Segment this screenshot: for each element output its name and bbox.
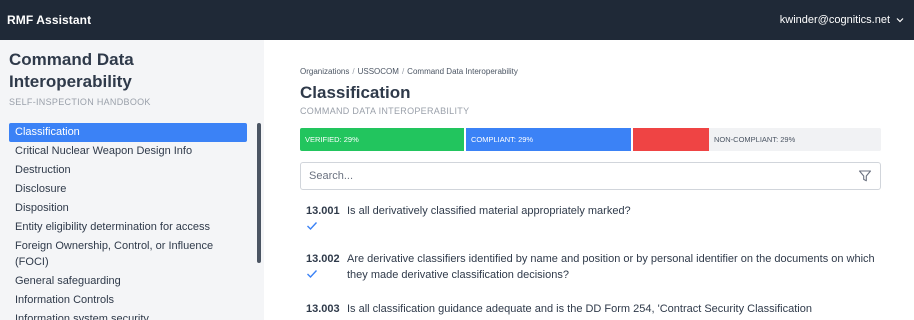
progress-flagged [631,128,709,151]
chevron-down-icon [896,15,904,25]
search-box [300,162,881,190]
question-number: 13.003 [306,303,340,315]
sidebar-scrollbar[interactable] [257,123,261,263]
progress-compliant: COMPLIANT: 29% [464,128,631,151]
question-text: Is all derivatively classified material … [347,205,631,217]
question-item: 13.002 Are derivative classifiers identi… [306,251,876,283]
question-number: 13.002 [306,253,340,265]
user-email: kwinder@cognitics.net [779,14,890,26]
sidebar-item-entity-eligibility[interactable]: Entity eligibility determination for acc… [9,218,247,237]
sidebar-item-classification[interactable]: Classification [9,123,247,142]
check-icon[interactable] [306,269,318,279]
sidebar-item-disclosure[interactable]: Disclosure [9,180,247,199]
sidebar-title: Command Data Interoperability [9,50,134,91]
breadcrumb: Organizations / USSOCOM / Command Data Inter… [300,67,518,76]
sidebar-item-foci[interactable]: Foreign Ownership, Control, or Influence… [9,237,247,272]
sidebar-item-information-system-security[interactable]: Information system security [9,310,247,320]
question-text: Is all classification guidance adequate … [347,303,812,315]
progress-verified: VERIFIED: 29% [300,128,464,151]
breadcrumb-organizations[interactable]: Organizations [300,67,349,76]
filter-icon[interactable] [858,169,872,183]
breadcrumb-current[interactable]: Command Data Interoperability [407,67,518,76]
sidebar: Command Data Interoperability SELF-INSPE… [0,40,264,320]
breadcrumb-separator: / [401,67,405,76]
sidebar-item-destruction[interactable]: Destruction [9,161,247,180]
sidebar-subtitle: SELF-INSPECTION HANDBOOK [9,97,151,107]
user-menu[interactable]: kwinder@cognitics.net [780,14,904,26]
search-input[interactable] [309,170,829,182]
breadcrumb-ussocom[interactable]: USSOCOM [358,67,399,76]
question-number: 13.001 [306,205,340,217]
sidebar-item-information-controls[interactable]: Information Controls [9,291,247,310]
question-text: Are derivative classifiers identified by… [347,253,875,281]
app-title[interactable]: RMF Assistant [7,13,91,27]
question-item: 13.003 Is all classification guidance ad… [306,301,876,317]
compliance-progress-bar: VERIFIED: 29% COMPLIANT: 29% NON-COMPLIA… [300,128,881,151]
sidebar-item-general-safeguarding[interactable]: General safeguarding [9,272,247,291]
page-subtitle: COMMAND DATA INTEROPERABILITY [300,106,470,116]
sidebar-list: Classification Critical Nuclear Weapon D… [9,123,247,320]
question-item: 13.001 Is all derivatively classified ma… [306,203,876,231]
breadcrumb-separator: / [352,67,355,76]
top-bar: RMF Assistant kwinder@cognitics.net [0,0,914,40]
check-icon[interactable] [306,221,318,231]
sidebar-item-disposition[interactable]: Disposition [9,199,247,218]
page-title: Classification [300,83,411,102]
sidebar-item-critical-nuclear-weapon-design-info[interactable]: Critical Nuclear Weapon Design Info [9,142,247,161]
progress-noncompliant: NON-COMPLIANT: 29% [709,128,881,151]
main-content: Organizations / USSOCOM / Command Data Inter… [264,40,914,320]
